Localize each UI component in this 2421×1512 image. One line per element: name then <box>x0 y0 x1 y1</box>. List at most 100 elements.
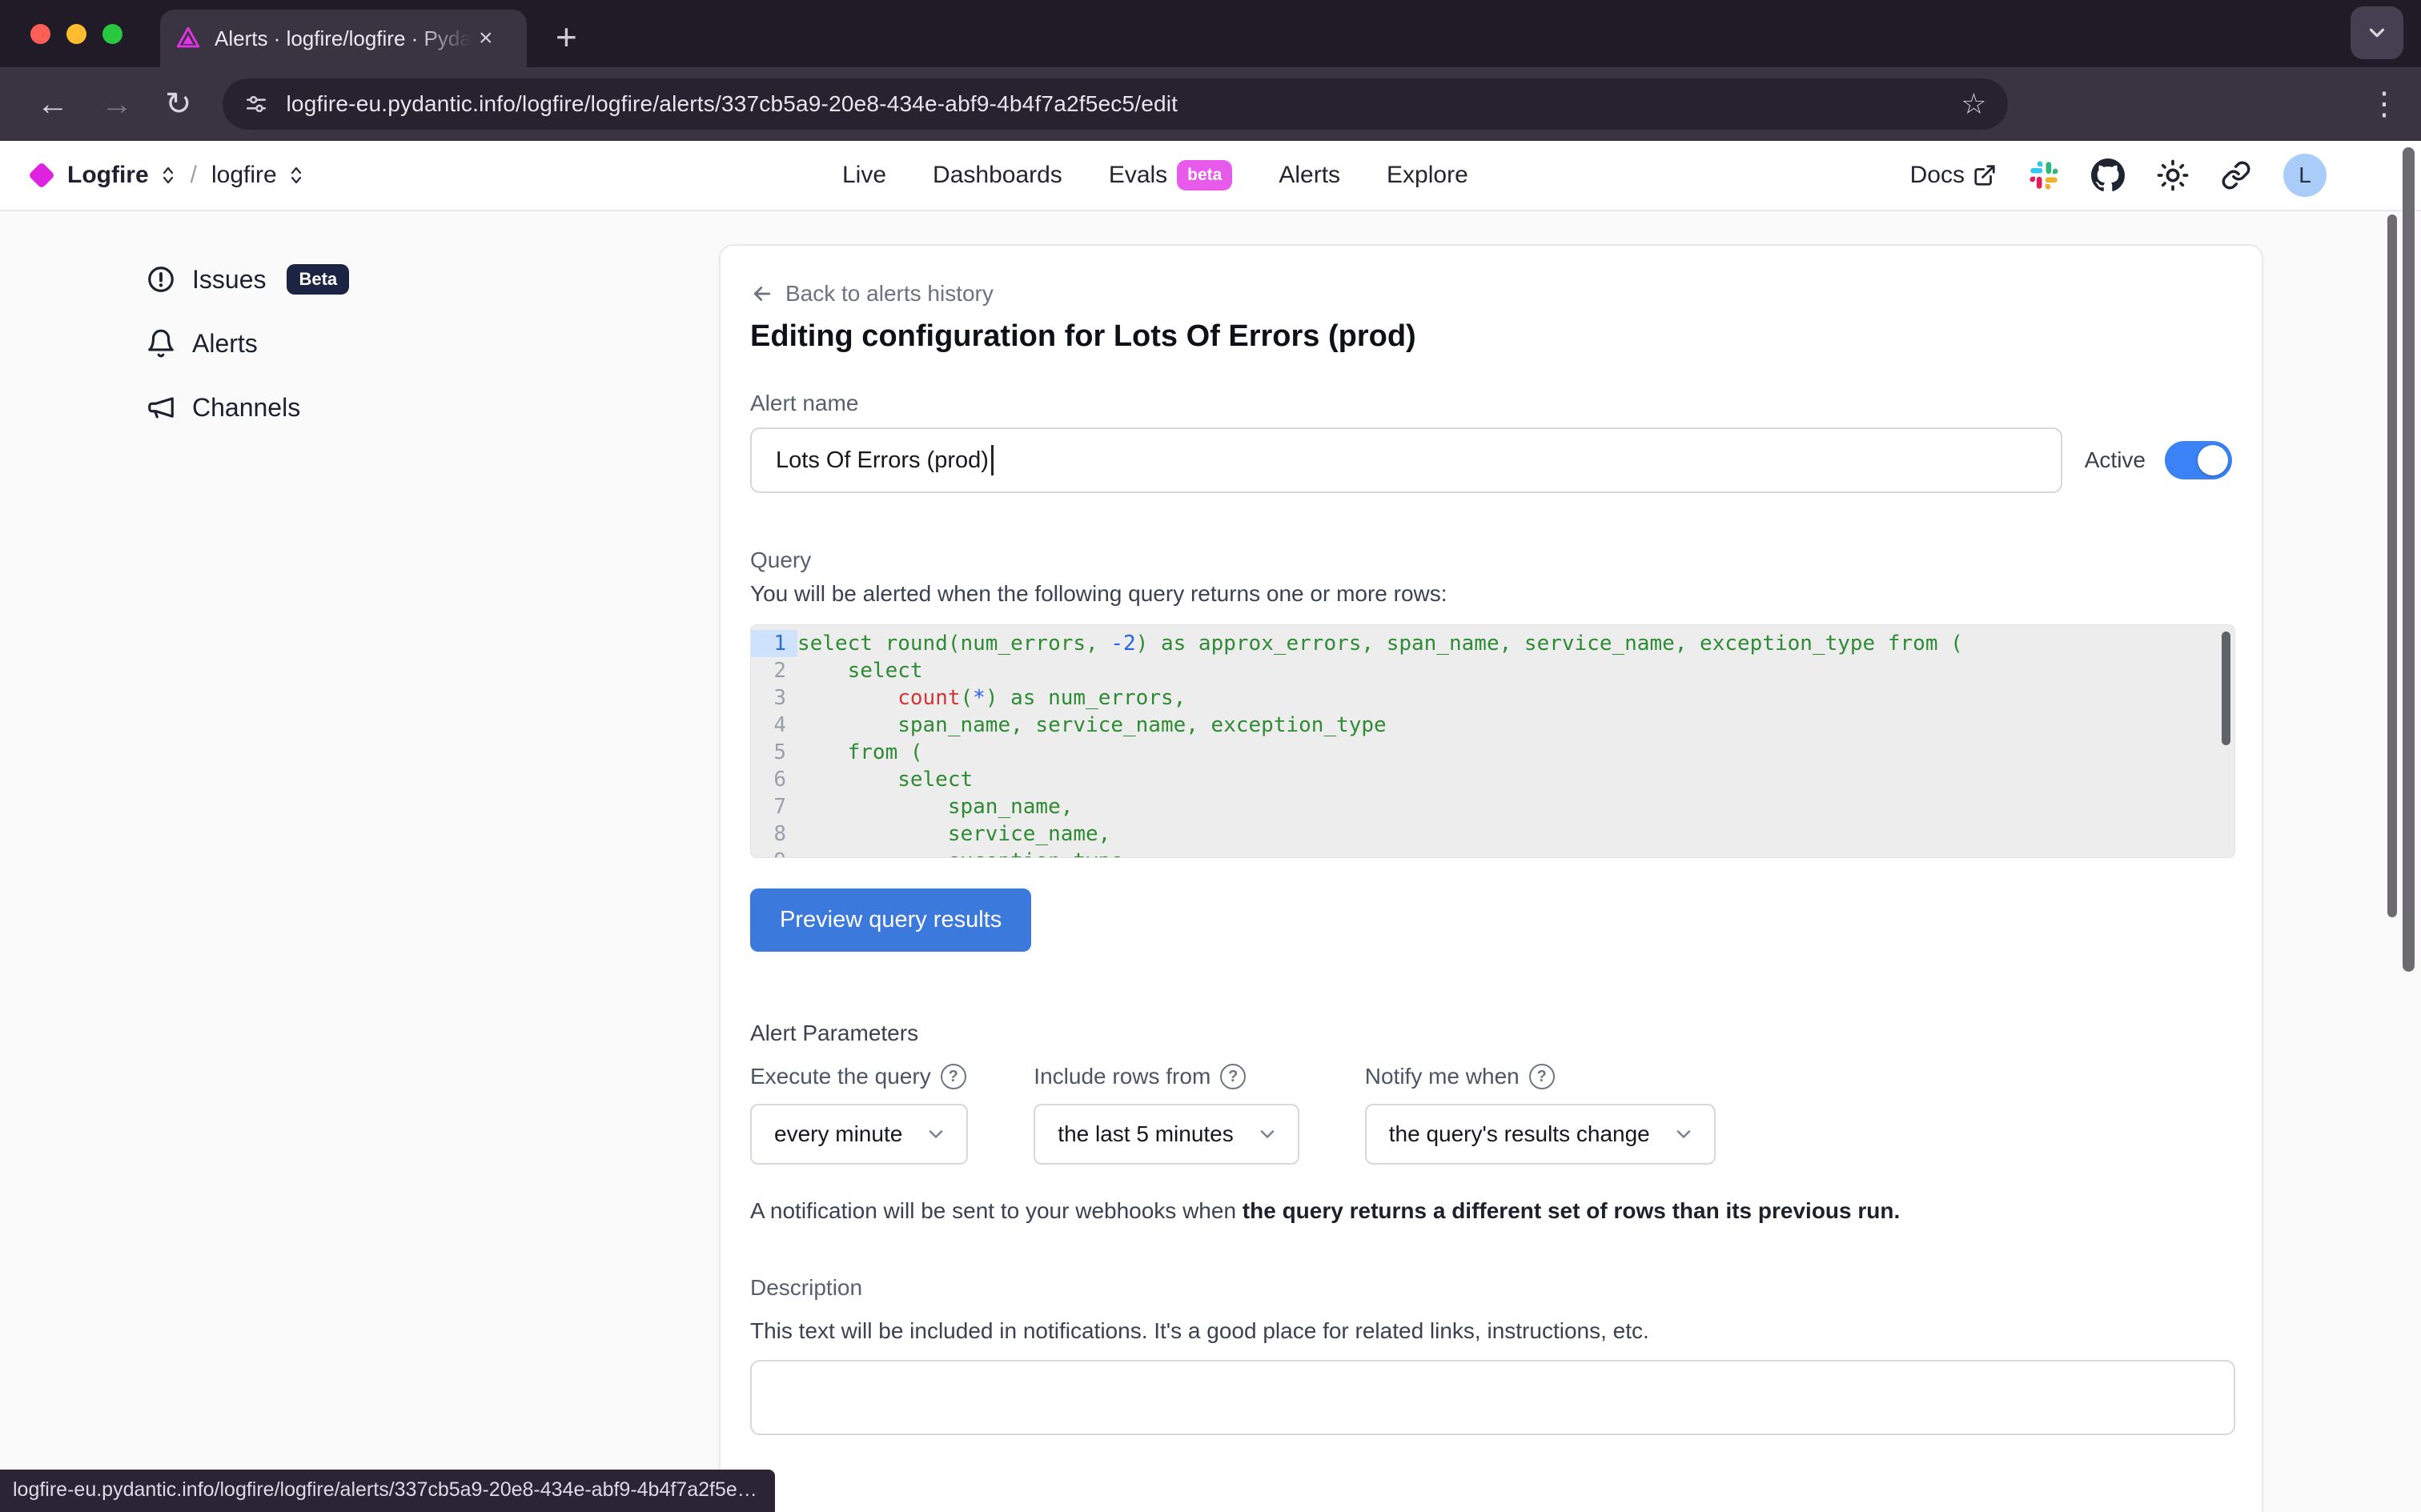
page-title: Editing configuration for Lots Of Errors… <box>750 319 2232 354</box>
external-link-icon <box>1973 163 1997 187</box>
app-header: Logfire / logfire Live Dashboards Evals … <box>0 141 2421 211</box>
sidebar-item-channels[interactable]: Channels <box>146 392 349 423</box>
browser-scrollbar-thumb[interactable] <box>2403 147 2415 972</box>
code-text: select <box>797 657 923 684</box>
nav-item-live[interactable]: Live <box>842 162 886 189</box>
description-textarea[interactable] <box>750 1360 2235 1435</box>
code-scrollbar-thumb[interactable] <box>2222 632 2230 745</box>
window-minimize-button[interactable] <box>66 24 86 44</box>
org-selector[interactable]: Logfire <box>67 162 149 189</box>
project-selector[interactable]: logfire <box>211 162 277 189</box>
active-toggle[interactable] <box>2165 441 2232 479</box>
tab-search-button[interactable] <box>2351 6 2403 59</box>
nav-item-evals[interactable]: Evals beta <box>1109 160 1233 191</box>
breadcrumb: Logfire / logfire <box>32 141 304 210</box>
slack-icon[interactable] <box>2029 160 2059 191</box>
window-close-button[interactable] <box>30 24 50 44</box>
param-label: Include rows from <box>1034 1064 1210 1089</box>
code-text: select round(num_errors, -2) as approx_e… <box>797 630 1963 657</box>
nav-item-explore[interactable]: Explore <box>1387 162 1468 189</box>
url-text[interactable]: logfire-eu.pydantic.info/logfire/logfire… <box>287 91 1178 117</box>
code-text: from ( <box>797 739 923 766</box>
param-label: Notify me when <box>1365 1064 1520 1089</box>
sql-query-editor[interactable]: 1select round(num_errors, -2) as approx_… <box>750 624 2235 858</box>
back-to-alerts-link[interactable]: Back to alerts history <box>750 281 2232 307</box>
status-bar-url: logfire-eu.pydantic.info/logfire/logfire… <box>0 1470 775 1512</box>
line-number: 6 <box>751 766 797 793</box>
help-icon[interactable]: ? <box>1529 1064 1555 1089</box>
code-line[interactable]: 6 select <box>751 766 2234 793</box>
query-label: Query <box>750 547 2232 573</box>
sidebar-item-label: Alerts <box>192 329 258 359</box>
window-zoom-button[interactable] <box>102 24 122 44</box>
breadcrumb-separator: / <box>191 162 197 189</box>
code-line[interactable]: 4 span_name, service_name, exception_typ… <box>751 712 2234 739</box>
github-icon[interactable] <box>2091 158 2125 192</box>
query-description: You will be alerted when the following q… <box>750 581 2232 607</box>
line-number: 2 <box>751 657 797 684</box>
line-number: 5 <box>751 739 797 766</box>
sidebar-item-alerts[interactable]: Alerts <box>146 328 349 359</box>
bookmark-star-icon[interactable]: ☆ <box>1961 87 1986 121</box>
code-line[interactable]: 7 span_name, <box>751 793 2234 820</box>
alert-name-input[interactable]: Lots Of Errors (prod) <box>750 427 2062 493</box>
share-link-icon[interactable] <box>2221 160 2251 191</box>
tab-title-fade <box>415 26 471 51</box>
param-execute-query: Execute the query ? every minute <box>750 1064 968 1165</box>
browser-menu-icon[interactable]: ⋮ <box>2368 88 2400 120</box>
toggle-knob <box>2198 445 2228 475</box>
code-line[interactable]: 2 select <box>751 657 2234 684</box>
code-line[interactable]: 5 from ( <box>751 739 2234 766</box>
code-line[interactable]: 1select round(num_errors, -2) as approx_… <box>751 630 2234 657</box>
text-cursor <box>991 445 994 475</box>
help-icon[interactable]: ? <box>941 1064 966 1089</box>
code-line[interactable]: 9 exception_type <box>751 848 2234 858</box>
chevron-down-icon <box>2365 21 2389 45</box>
line-number: 3 <box>751 684 797 712</box>
theme-sun-icon[interactable] <box>2157 159 2189 191</box>
site-settings-icon[interactable] <box>243 91 269 117</box>
project-selector-chevrons-icon[interactable] <box>288 165 304 186</box>
include-rows-dropdown[interactable]: the last 5 minutes <box>1034 1104 1299 1165</box>
code-text: count(*) as num_errors, <box>797 684 1186 712</box>
docs-link[interactable]: Docs <box>1910 162 1997 189</box>
issue-seal-icon <box>146 264 176 295</box>
back-icon[interactable]: ← <box>37 88 69 120</box>
forward-icon: → <box>101 88 133 120</box>
browser-tab[interactable]: Alerts · logfire/logfire · Pydanti × <box>160 10 527 67</box>
chevron-down-icon <box>1256 1123 1279 1145</box>
notify-when-dropdown[interactable]: the query's results change <box>1365 1104 1716 1165</box>
tab-close-icon[interactable]: × <box>479 26 493 50</box>
browser-toolbar: ← → ↻ logfire-eu.pydantic.info/logfire/l… <box>0 67 2421 141</box>
active-toggle-label: Active <box>2085 447 2146 473</box>
description-helper: This text will be included in notificati… <box>750 1318 2232 1344</box>
alert-edit-card: Back to alerts history Editing configura… <box>719 244 2263 1512</box>
back-arrow-icon <box>750 282 774 306</box>
code-line[interactable]: 8 service_name, <box>751 820 2234 848</box>
sidebar-item-label: Channels <box>192 393 300 423</box>
notification-note: A notification will be sent to your webh… <box>750 1198 2232 1224</box>
logfire-diamond-icon <box>28 162 55 189</box>
browser-tab-strip: Alerts · logfire/logfire · Pydanti × + <box>0 0 2421 67</box>
org-selector-chevrons-icon[interactable] <box>160 165 176 186</box>
address-bar[interactable]: logfire-eu.pydantic.info/logfire/logfire… <box>223 78 2008 130</box>
help-icon[interactable]: ? <box>1220 1064 1246 1089</box>
param-include-rows: Include rows from ? the last 5 minutes <box>1034 1064 1299 1165</box>
param-label: Execute the query <box>750 1064 931 1089</box>
code-text: select <box>797 766 973 793</box>
line-number: 4 <box>751 712 797 739</box>
code-text: exception_type <box>797 848 1123 858</box>
megaphone-icon <box>146 392 176 423</box>
execute-query-dropdown[interactable]: every minute <box>750 1104 968 1165</box>
line-number: 1 <box>751 630 797 657</box>
preview-query-results-button[interactable]: Preview query results <box>750 888 1031 952</box>
code-line[interactable]: 3 count(*) as num_errors, <box>751 684 2234 712</box>
tab-title: Alerts · logfire/logfire · Pydanti <box>215 26 471 51</box>
new-tab-icon[interactable]: + <box>556 13 577 61</box>
reload-icon[interactable]: ↻ <box>165 88 192 120</box>
user-avatar[interactable]: L <box>2283 154 2327 197</box>
nav-item-alerts[interactable]: Alerts <box>1279 162 1340 189</box>
nav-item-dashboards[interactable]: Dashboards <box>933 162 1062 189</box>
sidebar-item-issues[interactable]: Issues Beta <box>146 264 349 295</box>
page-scrollbar-thumb[interactable] <box>2387 215 2397 917</box>
